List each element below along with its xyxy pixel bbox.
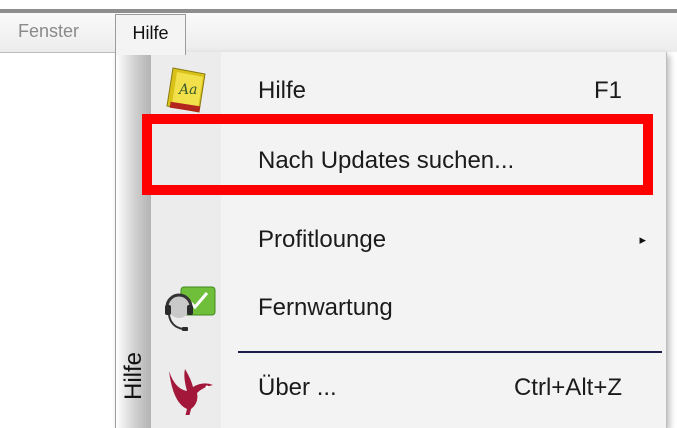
sidebar-title: Hilfe [120,352,147,401]
menu-item-ueber[interactable]: Über ... Ctrl+Alt+Z [151,355,666,421]
menu-item-label: Profitlounge [258,226,387,253]
menu-item-label: Über ... [258,374,337,401]
menu-sidebar: Hilfe [116,52,151,428]
menu-bar: Fenster Hilfe [0,13,677,55]
menu-bar-divider [0,52,116,53]
help-book-icon: Aa [163,64,213,116]
menu-item-shortcut: Ctrl+Alt+Z [513,374,622,401]
menu-hilfe[interactable]: Hilfe [115,14,186,55]
menu-item-fernwartung[interactable]: Fernwartung [151,275,666,341]
menu-separator [238,351,662,353]
hilfe-dropdown-menu: Hilfe Aa Hilfe F1 Nach Updates suchen...… [115,52,667,428]
menu-item-label: Fernwartung [258,294,393,321]
window-top-strip [0,0,677,9]
menu-item-profitlounge[interactable]: Profitlounge ▸ [151,207,666,273]
svg-text:Aa: Aa [177,82,197,98]
about-bird-icon [163,361,213,417]
highlight-box [142,114,653,195]
submenu-arrow-icon: ▸ [639,232,646,247]
menu-fenster[interactable]: Fenster [18,13,79,50]
remote-support-headset-icon [163,281,216,333]
